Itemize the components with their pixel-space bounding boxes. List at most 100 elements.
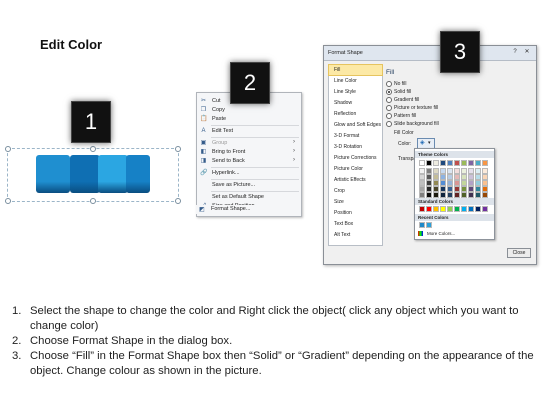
nav-item-size[interactable]: Size [329,197,382,207]
color-swatch[interactable] [482,192,488,198]
nav-item-line-style[interactable]: Line Style [329,87,382,97]
nav-item-position[interactable]: Position [329,208,382,218]
resize-handle[interactable] [5,146,11,152]
menu-divider [211,179,299,180]
menu-item-paste[interactable]: 📋 Paste [197,115,301,124]
color-swatch[interactable] [461,160,467,166]
color-swatch[interactable] [447,192,453,198]
submenu-arrow-icon: › [293,148,295,154]
resize-handle[interactable] [175,198,181,204]
color-swatch[interactable] [454,160,460,166]
dialog-nav: Fill Line Color Line Style Shadow Reflec… [328,64,383,246]
menu-item-format-shape[interactable]: ◩ Format Shape... [196,205,300,214]
resize-handle[interactable] [90,146,96,152]
color-swatch[interactable] [426,222,432,228]
menu-item-set-default-shape[interactable]: Set as Default Shape [197,193,301,202]
radio-gradient-fill[interactable] [386,97,392,103]
radio-slide-background-fill[interactable] [386,121,392,127]
radio-solid-fill[interactable] [386,89,392,95]
instruction-item: 2. Choose Format Shape in the dialog box. [12,335,233,347]
menu-item-copy[interactable]: ❐ Copy [197,106,301,115]
nav-item-line-color[interactable]: Line Color [329,76,382,86]
more-colors-link[interactable]: More Colors... [418,231,490,238]
menu-item-hyperlink[interactable]: 🔗 Hyperlink... [197,169,301,178]
color-swatch[interactable] [482,160,488,166]
fill-heading: Fill [386,69,395,76]
resize-handle[interactable] [5,198,11,204]
nav-item-crop[interactable]: Crop [329,186,382,196]
color-swatch[interactable] [426,160,432,166]
menu-item-edit-text[interactable]: A Edit Text [197,127,301,136]
context-menu: ✂ Cut ❐ Copy 📋 Paste A Edit Text ▣ Group › ◧ Br… [196,92,302,217]
dialog-title: Format Shape [328,50,363,56]
step-1-badge: 1 [71,101,111,143]
color-swatch[interactable] [482,206,488,212]
close-icon[interactable]: ✕ [522,49,532,56]
nav-item-shadow[interactable]: Shadow [329,98,382,108]
nav-item-artistic-effects[interactable]: Artistic Effects [329,175,382,185]
theme-colors-header: Theme Colors [415,151,494,158]
nav-item-picture-corrections[interactable]: Picture Corrections [329,153,382,163]
hyperlink-icon: 🔗 [200,170,208,176]
color-swatch[interactable] [433,160,439,166]
color-swatch[interactable] [454,206,460,212]
color-swatch[interactable] [468,160,474,166]
menu-divider [211,167,299,168]
nav-item-glow[interactable]: Glow and Soft Edges [329,120,382,130]
color-swatch[interactable] [475,192,481,198]
puzzle-piece[interactable] [126,155,150,193]
color-swatch[interactable] [454,192,460,198]
menu-item-group[interactable]: ▣ Group › [197,139,301,148]
color-swatch[interactable] [447,206,453,212]
color-swatch[interactable] [433,206,439,212]
color-swatch[interactable] [419,222,425,228]
menu-divider [211,125,299,126]
radio-picture-fill[interactable] [386,105,392,111]
menu-item-bring-to-front[interactable]: ◧ Bring to Front › [197,148,301,157]
color-swatch[interactable] [419,206,425,212]
submenu-arrow-icon: › [293,157,295,163]
puzzle-piece[interactable] [98,155,128,193]
menu-item-send-to-back[interactable]: ◨ Send to Back › [197,157,301,166]
color-swatch[interactable] [461,206,467,212]
nav-item-3d-format[interactable]: 3-D Format [329,131,382,141]
nav-item-reflection[interactable]: Reflection [329,109,382,119]
resize-handle[interactable] [175,146,181,152]
color-swatch[interactable] [475,160,481,166]
color-palette-popup: Theme Colors Standard Colors Recent Colo… [414,148,495,240]
color-swatch[interactable] [468,206,474,212]
radio-no-fill[interactable] [386,81,392,87]
nav-item-picture-color[interactable]: Picture Color [329,164,382,174]
recent-colors-header: Recent Colors [415,214,494,221]
color-swatch[interactable] [447,160,453,166]
group-icon: ▣ [200,140,207,146]
close-button[interactable]: Close [507,248,531,258]
nav-item-alt-text[interactable]: Alt Text [329,230,382,240]
nav-item-text-box[interactable]: Text Box [329,219,382,229]
color-swatch[interactable] [426,192,432,198]
color-swatch[interactable] [433,192,439,198]
resize-handle[interactable] [90,198,96,204]
menu-item-save-as-picture[interactable]: Save as Picture... [197,181,301,190]
submenu-arrow-icon: › [293,139,295,145]
color-swatch[interactable] [440,206,446,212]
puzzle-piece[interactable] [36,155,70,193]
radio-pattern-fill[interactable] [386,113,392,119]
color-swatch[interactable] [426,206,432,212]
color-swatch[interactable] [419,192,425,198]
color-swatch[interactable] [461,192,467,198]
color-swatch[interactable] [468,192,474,198]
color-swatch[interactable] [475,206,481,212]
color-swatch[interactable] [419,160,425,166]
color-label: Color: [398,141,412,147]
menu-divider [211,191,299,192]
color-swatch[interactable] [440,160,446,166]
color-swatch[interactable] [440,192,446,198]
send-back-icon: ◨ [200,158,207,164]
help-icon[interactable]: ? [510,49,520,56]
nav-item-fill[interactable]: Fill [328,64,383,76]
step-3-badge: 3 [440,31,480,73]
nav-item-3d-rotation[interactable]: 3-D Rotation [329,142,382,152]
puzzle-piece[interactable] [70,155,100,193]
page-title: Edit Color [40,37,103,52]
